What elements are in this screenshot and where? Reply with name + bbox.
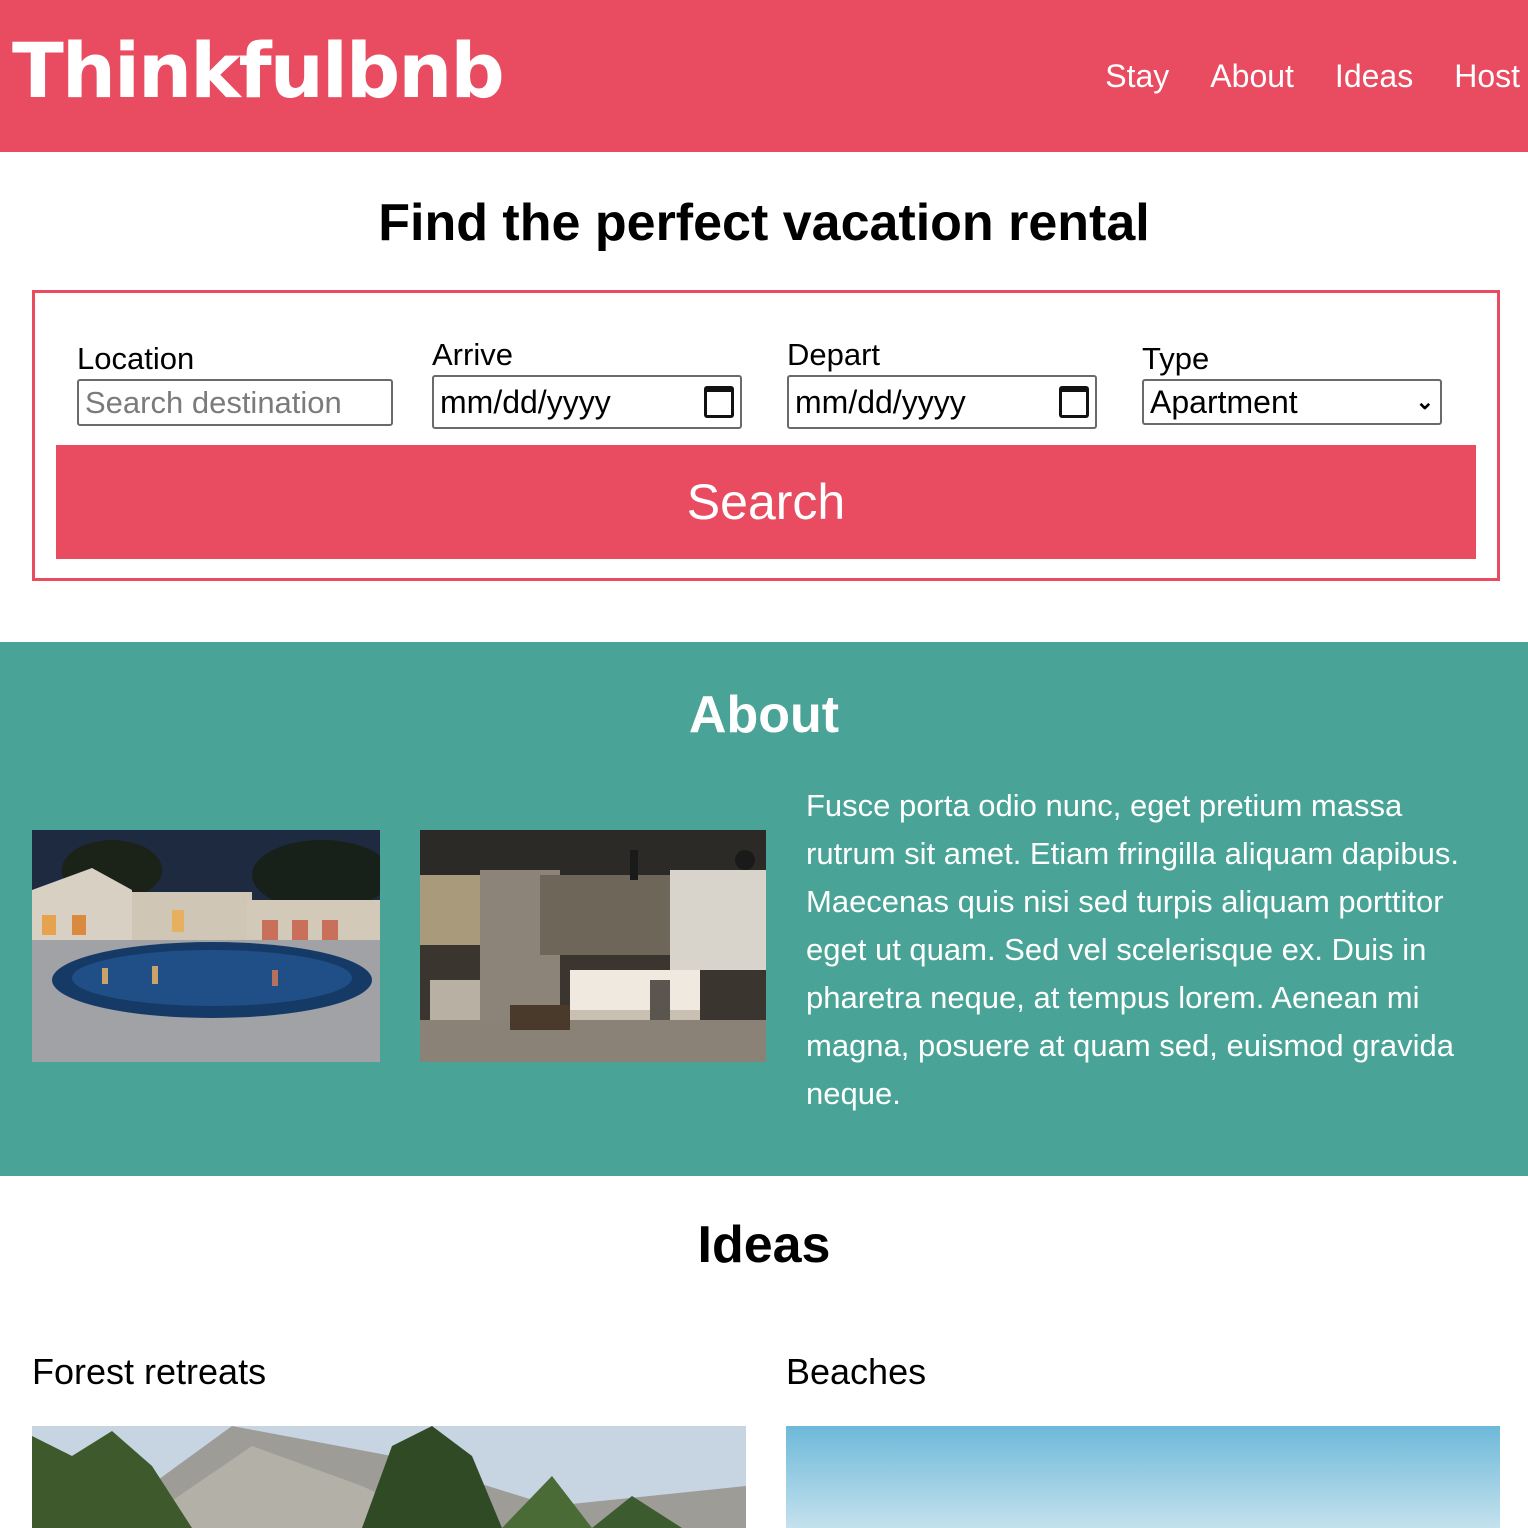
ideas-heading: Ideas xyxy=(697,1216,831,1274)
depart-date-input[interactable]: mm/dd/yyyy xyxy=(787,375,1097,429)
depart-field-group: Depart mm/dd/yyyy xyxy=(787,335,1097,429)
villa-pool-illustration xyxy=(32,830,380,1062)
nav-link-ideas[interactable]: Ideas xyxy=(1335,52,1413,100)
calendar-icon[interactable] xyxy=(1059,386,1089,418)
arrive-field-group: Arrive mm/dd/yyyy xyxy=(432,335,742,429)
site-header: Thinkfulbnb Stay About Ideas Host xyxy=(0,0,1528,152)
loft-bedroom-illustration xyxy=(420,830,766,1062)
site-logo[interactable]: Thinkfulbnb xyxy=(12,26,505,116)
nav-link-stay[interactable]: Stay xyxy=(1105,52,1169,100)
about-description: Fusce porta odio nunc, eget pretium mass… xyxy=(806,788,1459,1111)
idea-title-beaches: Beaches xyxy=(786,1351,927,1392)
depart-date-value: mm/dd/yyyy xyxy=(795,383,966,420)
type-select[interactable]: Apartment ⌄ xyxy=(1142,379,1442,425)
chevron-down-icon: ⌄ xyxy=(1415,389,1434,414)
nav-link-about[interactable]: About xyxy=(1210,52,1294,100)
search-heading: Find the perfect vacation rental xyxy=(378,194,1150,252)
location-input-wrapper xyxy=(77,379,393,426)
idea-title-forest: Forest retreats xyxy=(32,1351,267,1392)
about-heading: About xyxy=(688,686,840,744)
search-form: Location Arrive mm/dd/yyyy Depart mm/dd/… xyxy=(32,290,1500,581)
arrive-date-input[interactable]: mm/dd/yyyy xyxy=(432,375,742,429)
type-label: Type xyxy=(1142,341,1210,376)
search-button[interactable]: Search xyxy=(56,445,1476,559)
type-select-value: Apartment xyxy=(1150,383,1298,420)
location-input[interactable] xyxy=(85,384,385,421)
beaches-image[interactable] xyxy=(786,1426,1500,1528)
beach-sky-illustration xyxy=(786,1426,1500,1528)
nav-link-host[interactable]: Host xyxy=(1454,52,1520,100)
main-nav: Stay About Ideas Host xyxy=(1105,52,1520,100)
type-field-group: Type Apartment ⌄ xyxy=(1142,339,1442,425)
location-label: Location xyxy=(77,341,195,376)
forest-illustration xyxy=(32,1426,746,1528)
about-section: About Fusce porta odio nunc, eget pretiu… xyxy=(0,642,1528,1176)
forest-retreats-image[interactable] xyxy=(32,1426,746,1528)
villa-pool-image xyxy=(32,830,380,1062)
location-field-group: Location xyxy=(77,339,393,426)
loft-bedroom-image xyxy=(420,830,766,1062)
depart-label: Depart xyxy=(787,337,881,372)
arrive-date-value: mm/dd/yyyy xyxy=(440,383,611,420)
calendar-icon[interactable] xyxy=(704,386,734,418)
arrive-label: Arrive xyxy=(432,337,513,372)
